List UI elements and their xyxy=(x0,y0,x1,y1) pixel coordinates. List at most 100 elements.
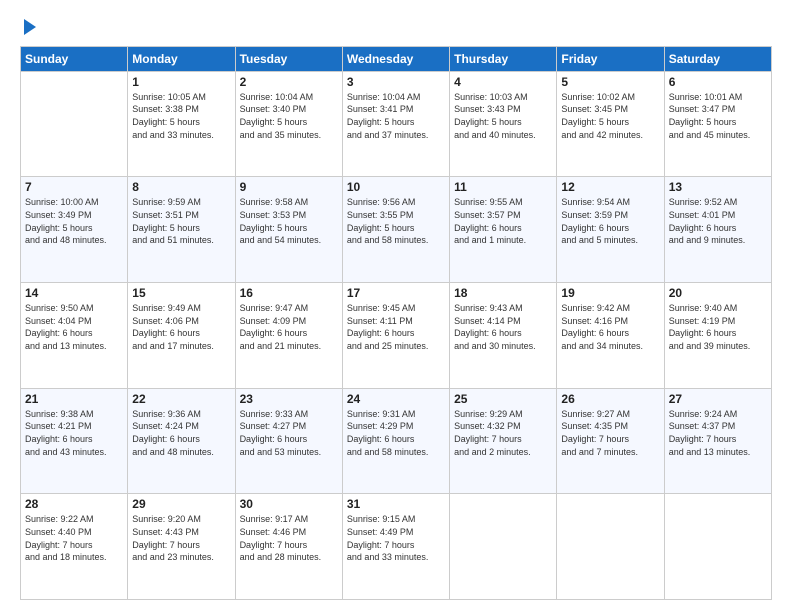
sunrise-text: Sunrise: 9:52 AM xyxy=(669,196,767,209)
day-info: Sunrise: 10:05 AMSunset: 3:38 PMDaylight… xyxy=(132,91,230,141)
sunrise-text: Sunrise: 9:58 AM xyxy=(240,196,338,209)
daylight-text-cont: and and 58 minutes. xyxy=(347,234,445,247)
sunrise-text: Sunrise: 9:40 AM xyxy=(669,302,767,315)
day-info: Sunrise: 9:20 AMSunset: 4:43 PMDaylight:… xyxy=(132,513,230,563)
day-number: 7 xyxy=(25,180,123,194)
day-info: Sunrise: 9:58 AMSunset: 3:53 PMDaylight:… xyxy=(240,196,338,246)
calendar-cell: 14Sunrise: 9:50 AMSunset: 4:04 PMDayligh… xyxy=(21,283,128,389)
sunset-text: Sunset: 4:49 PM xyxy=(347,526,445,539)
day-info: Sunrise: 10:04 AMSunset: 3:41 PMDaylight… xyxy=(347,91,445,141)
daylight-text: Daylight: 7 hours xyxy=(669,433,767,446)
day-info: Sunrise: 9:17 AMSunset: 4:46 PMDaylight:… xyxy=(240,513,338,563)
daylight-text: Daylight: 7 hours xyxy=(25,539,123,552)
calendar-cell: 5 Sunrise: 10:02 AMSunset: 3:45 PMDayligh… xyxy=(557,71,664,177)
daylight-text-cont: and and 23 minutes. xyxy=(132,551,230,564)
day-number: 31 xyxy=(347,497,445,511)
daylight-text: Daylight: 6 hours xyxy=(25,433,123,446)
sunrise-text: Sunrise: 9:38 AM xyxy=(25,408,123,421)
day-number: 8 xyxy=(132,180,230,194)
day-number: 19 xyxy=(561,286,659,300)
sunrise-text: Sunrise: 10:00 AM xyxy=(25,196,123,209)
day-number: 15 xyxy=(132,286,230,300)
calendar-cell: 18Sunrise: 9:43 AMSunset: 4:14 PMDayligh… xyxy=(450,283,557,389)
sunset-text: Sunset: 3:45 PM xyxy=(561,103,659,116)
sunrise-text: Sunrise: 9:20 AM xyxy=(132,513,230,526)
calendar-cell: 22Sunrise: 9:36 AMSunset: 4:24 PMDayligh… xyxy=(128,388,235,494)
sunset-text: Sunset: 4:40 PM xyxy=(25,526,123,539)
daylight-text: Daylight: 5 hours xyxy=(240,116,338,129)
calendar-cell: 10 Sunrise: 9:56 AMSunset: 3:55 PMDayligh… xyxy=(342,177,449,283)
page: SundayMondayTuesdayWednesdayThursdayFrid… xyxy=(0,0,792,612)
day-number: 17 xyxy=(347,286,445,300)
day-number: 28 xyxy=(25,497,123,511)
day-number: 20 xyxy=(669,286,767,300)
daylight-text-cont: and and 42 minutes. xyxy=(561,129,659,142)
day-info: Sunrise: 10:02 AMSunset: 3:45 PMDaylight… xyxy=(561,91,659,141)
day-number: 4 xyxy=(454,75,552,89)
day-info: Sunrise: 9:24 AMSunset: 4:37 PMDaylight:… xyxy=(669,408,767,458)
calendar-cell: 7Sunrise: 10:00 AMSunset: 3:49 PMDayligh… xyxy=(21,177,128,283)
calendar-cell xyxy=(21,71,128,177)
calendar-weekday-wednesday: Wednesday xyxy=(342,46,449,71)
daylight-text: Daylight: 6 hours xyxy=(240,433,338,446)
calendar-cell xyxy=(664,494,771,600)
sunset-text: Sunset: 4:16 PM xyxy=(561,315,659,328)
daylight-text: Daylight: 6 hours xyxy=(25,327,123,340)
sunset-text: Sunset: 3:51 PM xyxy=(132,209,230,222)
calendar-cell: 11Sunrise: 9:55 AMSunset: 3:57 PMDayligh… xyxy=(450,177,557,283)
calendar-cell: 1 Sunrise: 10:05 AMSunset: 3:38 PMDayligh… xyxy=(128,71,235,177)
daylight-text-cont: and and 45 minutes. xyxy=(669,129,767,142)
day-number: 24 xyxy=(347,392,445,406)
daylight-text: Daylight: 6 hours xyxy=(561,327,659,340)
daylight-text: Daylight: 5 hours xyxy=(561,116,659,129)
daylight-text: Daylight: 5 hours xyxy=(669,116,767,129)
sunrise-text: Sunrise: 9:45 AM xyxy=(347,302,445,315)
day-info: Sunrise: 9:54 AMSunset: 3:59 PMDaylight:… xyxy=(561,196,659,246)
calendar-cell: 2Sunrise: 10:04 AMSunset: 3:40 PMDayligh… xyxy=(235,71,342,177)
day-number: 25 xyxy=(454,392,552,406)
daylight-text: Daylight: 6 hours xyxy=(454,327,552,340)
day-info: Sunrise: 9:56 AMSunset: 3:55 PMDaylight:… xyxy=(347,196,445,246)
daylight-text-cont: and and 2 minutes. xyxy=(454,446,552,459)
sunset-text: Sunset: 3:53 PM xyxy=(240,209,338,222)
day-number: 27 xyxy=(669,392,767,406)
calendar-weekday-thursday: Thursday xyxy=(450,46,557,71)
day-number: 5 xyxy=(561,75,659,89)
daylight-text: Daylight: 5 hours xyxy=(347,116,445,129)
daylight-text: Daylight: 7 hours xyxy=(240,539,338,552)
logo xyxy=(20,16,36,36)
day-number: 3 xyxy=(347,75,445,89)
calendar-weekday-friday: Friday xyxy=(557,46,664,71)
sunset-text: Sunset: 3:41 PM xyxy=(347,103,445,116)
sunset-text: Sunset: 4:06 PM xyxy=(132,315,230,328)
calendar-weekday-sunday: Sunday xyxy=(21,46,128,71)
daylight-text: Daylight: 7 hours xyxy=(454,433,552,446)
header xyxy=(20,16,772,36)
sunset-text: Sunset: 4:11 PM xyxy=(347,315,445,328)
daylight-text: Daylight: 6 hours xyxy=(132,327,230,340)
day-info: Sunrise: 9:49 AMSunset: 4:06 PMDaylight:… xyxy=(132,302,230,352)
day-info: Sunrise: 10:03 AMSunset: 3:43 PMDaylight… xyxy=(454,91,552,141)
sunrise-text: Sunrise: 9:47 AM xyxy=(240,302,338,315)
day-info: Sunrise: 9:59 AMSunset: 3:51 PMDaylight:… xyxy=(132,196,230,246)
sunset-text: Sunset: 4:24 PM xyxy=(132,420,230,433)
sunrise-text: Sunrise: 9:49 AM xyxy=(132,302,230,315)
calendar-cell: 17Sunrise: 9:45 AMSunset: 4:11 PMDayligh… xyxy=(342,283,449,389)
daylight-text-cont: and and 25 minutes. xyxy=(347,340,445,353)
sunrise-text: Sunrise: 9:24 AM xyxy=(669,408,767,421)
sunset-text: Sunset: 3:57 PM xyxy=(454,209,552,222)
daylight-text: Daylight: 6 hours xyxy=(669,222,767,235)
sunset-text: Sunset: 4:27 PM xyxy=(240,420,338,433)
sunrise-text: Sunrise: 9:59 AM xyxy=(132,196,230,209)
day-number: 18 xyxy=(454,286,552,300)
day-info: Sunrise: 9:42 AMSunset: 4:16 PMDaylight:… xyxy=(561,302,659,352)
day-number: 10 xyxy=(347,180,445,194)
calendar-cell: 12Sunrise: 9:54 AMSunset: 3:59 PMDayligh… xyxy=(557,177,664,283)
calendar-cell: 28Sunrise: 9:22 AMSunset: 4:40 PMDayligh… xyxy=(21,494,128,600)
daylight-text-cont: and and 51 minutes. xyxy=(132,234,230,247)
calendar-week-row: 7Sunrise: 10:00 AMSunset: 3:49 PMDayligh… xyxy=(21,177,772,283)
day-number: 1 xyxy=(132,75,230,89)
calendar-table: SundayMondayTuesdayWednesdayThursdayFrid… xyxy=(20,46,772,600)
daylight-text: Daylight: 7 hours xyxy=(132,539,230,552)
sunset-text: Sunset: 3:59 PM xyxy=(561,209,659,222)
